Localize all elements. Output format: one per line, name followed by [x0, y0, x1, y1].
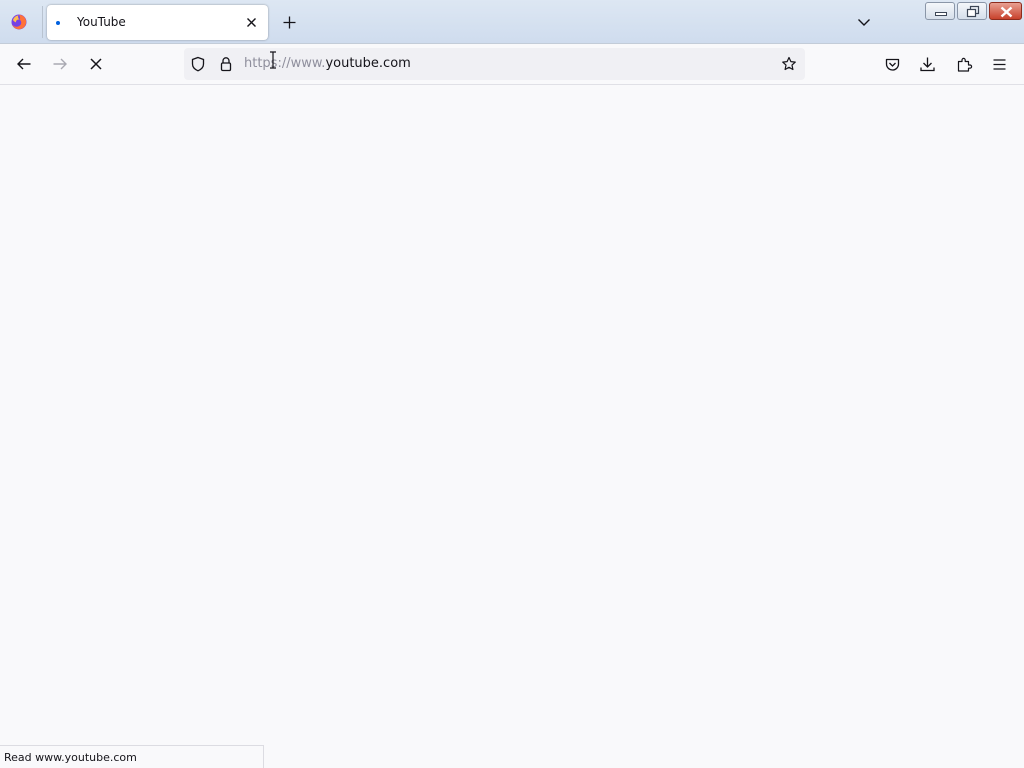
star-icon[interactable]	[781, 56, 797, 72]
title-bar: YouTube	[0, 0, 1024, 44]
shield-icon[interactable]	[190, 56, 206, 72]
lock-icon[interactable]	[219, 56, 233, 72]
status-bar: Read www.youtube.com	[0, 745, 264, 768]
tab-loading-indicator-icon	[56, 21, 60, 25]
close-icon[interactable]	[243, 14, 260, 31]
window-close-button[interactable]	[989, 2, 1022, 20]
tab-separator	[42, 6, 43, 38]
page-content	[0, 85, 1024, 768]
arrow-left-icon[interactable]	[15, 55, 33, 73]
window-close-icon	[1000, 6, 1013, 18]
text-cursor-icon	[270, 51, 276, 69]
restore-button[interactable]	[957, 2, 987, 20]
arrow-right-icon[interactable]	[51, 55, 69, 73]
hamburger-icon[interactable]	[991, 56, 1008, 73]
restore-icon	[966, 5, 980, 18]
address-bar[interactable]: https://www.youtube.com	[184, 48, 805, 80]
url-domain: youtube.com	[325, 56, 411, 71]
minimize-button[interactable]	[925, 2, 955, 20]
url-scheme: https://www.	[244, 56, 326, 71]
minimize-icon	[935, 12, 947, 16]
tab-youtube[interactable]: YouTube	[47, 5, 268, 40]
navigation-toolbar: https://www.youtube.com	[0, 44, 1024, 85]
tab-title: YouTube	[77, 15, 126, 29]
status-text: Read www.youtube.com	[4, 751, 137, 764]
pocket-icon[interactable]	[884, 56, 901, 73]
plus-icon[interactable]	[281, 14, 298, 31]
chevron-down-icon[interactable]	[856, 14, 872, 30]
puzzle-icon[interactable]	[956, 56, 973, 73]
download-icon[interactable]	[919, 56, 936, 73]
stop-x-icon[interactable]	[87, 55, 105, 73]
firefox-icon	[11, 14, 27, 30]
